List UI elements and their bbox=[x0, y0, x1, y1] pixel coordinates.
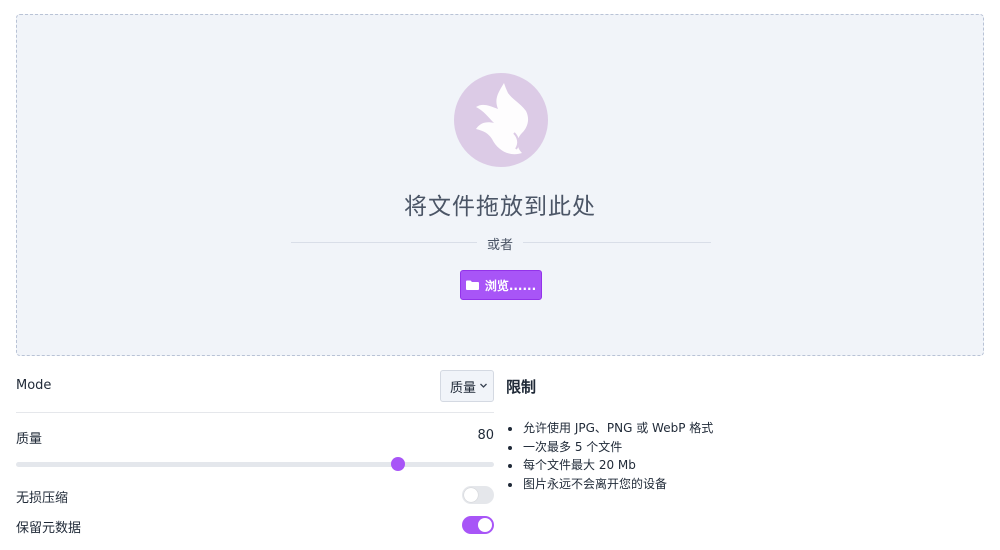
limits-title: 限制 bbox=[506, 378, 537, 396]
mode-select[interactable]: 质量 bbox=[440, 370, 494, 402]
list-item: 允许使用 JPG、PNG 或 WebP 格式 bbox=[506, 419, 976, 438]
mode-label: Mode bbox=[16, 378, 52, 393]
browse-button[interactable]: 浏览...... bbox=[460, 270, 542, 300]
folder-icon bbox=[465, 280, 479, 290]
chevron-down-icon bbox=[480, 383, 487, 388]
file-dropzone[interactable]: 将文件拖放到此处 或者 浏览...... bbox=[16, 14, 984, 356]
quality-label: 质量 bbox=[16, 432, 43, 447]
list-item: 图片永远不会离开您的设备 bbox=[506, 475, 976, 494]
metadata-label: 保留元数据 bbox=[16, 521, 82, 536]
list-item: 一次最多 5 个文件 bbox=[506, 438, 976, 457]
list-item: 每个文件最大 20 Mb bbox=[506, 456, 976, 475]
mode-select-value: 质量 bbox=[450, 380, 477, 396]
or-label: 或者 bbox=[476, 234, 523, 253]
toggle-knob bbox=[478, 518, 492, 532]
lossless-label: 无损压缩 bbox=[16, 491, 69, 506]
quality-value: 80 bbox=[477, 428, 494, 443]
or-separator: 或者 bbox=[17, 234, 983, 253]
quality-slider[interactable] bbox=[16, 457, 494, 471]
limits-panel: 限制 允许使用 JPG、PNG 或 WebP 格式 一次最多 5 个文件 每个文… bbox=[506, 376, 976, 493]
toggle-knob bbox=[464, 488, 478, 502]
settings-panel: Mode 质量 质量 80 无损压缩 保留元数据 bbox=[16, 368, 494, 536]
quality-slider-thumb[interactable] bbox=[391, 457, 406, 471]
browse-button-label: 浏览...... bbox=[484, 278, 537, 293]
dropzone-title: 将文件拖放到此处 bbox=[404, 194, 596, 220]
metadata-toggle[interactable] bbox=[462, 516, 494, 534]
app-logo-icon bbox=[454, 73, 548, 167]
limits-list: 允许使用 JPG、PNG 或 WebP 格式 一次最多 5 个文件 每个文件最大… bbox=[506, 419, 976, 493]
lossless-toggle[interactable] bbox=[462, 486, 494, 504]
mode-row: Mode 质量 bbox=[16, 368, 494, 413]
